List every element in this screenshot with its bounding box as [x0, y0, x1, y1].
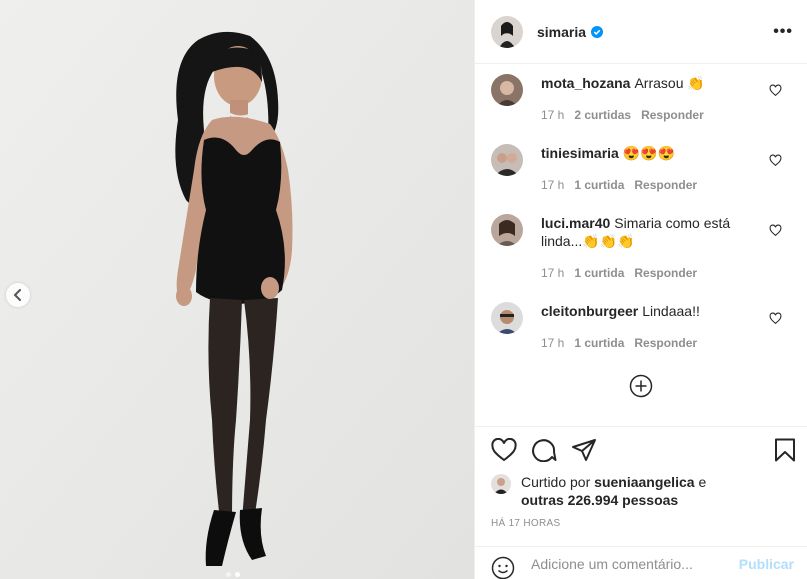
- post-actions: Curtido por sueniaangelica e outras 226.…: [475, 426, 807, 546]
- reply-button[interactable]: Responder: [634, 336, 697, 350]
- liker-username[interactable]: sueniaangelica: [594, 474, 694, 490]
- reply-button[interactable]: Responder: [634, 178, 697, 192]
- liker-avatar[interactable]: [491, 474, 511, 494]
- comment-time[interactable]: 17 h: [541, 178, 564, 192]
- comment-text: mota_hozana Arrasou 👏: [541, 74, 751, 92]
- comment-username[interactable]: luci.mar40: [541, 215, 610, 231]
- comment-item: mota_hozana Arrasou 👏 17 h 2 curtidas Res…: [491, 74, 796, 134]
- post-photo[interactable]: [0, 0, 474, 579]
- heart-icon[interactable]: [769, 84, 782, 97]
- heart-icon[interactable]: [769, 154, 782, 167]
- carousel-indicator: [226, 572, 240, 577]
- load-more-comments-icon[interactable]: [629, 374, 653, 398]
- commenter-avatar[interactable]: [491, 302, 523, 334]
- comment-username[interactable]: cleitonburgeer: [541, 303, 638, 319]
- comment-username[interactable]: tiniesimaria: [541, 145, 619, 161]
- carousel-dot: [226, 572, 231, 577]
- post-header: simaria •••: [475, 0, 807, 64]
- comment-time[interactable]: 17 h: [541, 266, 564, 280]
- likes-count[interactable]: outras 226.994 pessoas: [521, 492, 678, 508]
- post-timestamp[interactable]: HÁ 17 HORAS: [491, 518, 560, 529]
- comment-body: Arrasou 👏: [634, 75, 705, 91]
- more-options-icon[interactable]: •••: [773, 23, 793, 41]
- likes-summary: Curtido por sueniaangelica e outras 226.…: [491, 473, 751, 509]
- likes-text: Curtido por sueniaangelica e outras 226.…: [521, 473, 751, 509]
- heart-icon[interactable]: [491, 438, 517, 462]
- comment-time[interactable]: 17 h: [541, 108, 564, 122]
- comment-time[interactable]: 17 h: [541, 336, 564, 350]
- paper-plane-icon[interactable]: [571, 438, 597, 462]
- comments-list: mota_hozana Arrasou 👏 17 h 2 curtidas Res…: [475, 64, 807, 426]
- comment-icon[interactable]: [531, 438, 557, 462]
- post-media: [0, 0, 474, 579]
- bookmark-icon[interactable]: [774, 438, 796, 462]
- comment-likes[interactable]: 1 curtida: [574, 266, 624, 280]
- comment-username[interactable]: mota_hozana: [541, 75, 630, 91]
- comment-item: luci.mar40 Simaria como está linda...👏👏👏 …: [491, 214, 796, 294]
- comment-meta: 17 h 1 curtida Responder: [541, 266, 697, 280]
- comment-body: 😍😍😍: [622, 145, 676, 161]
- comment-text: luci.mar40 Simaria como está linda...👏👏👏: [541, 214, 751, 250]
- carousel-dot-active: [235, 572, 240, 577]
- comment-text: tiniesimaria 😍😍😍: [541, 144, 751, 162]
- likes-conj: e: [698, 474, 707, 490]
- comment-meta: 17 h 1 curtida Responder: [541, 178, 697, 192]
- comment-likes[interactable]: 1 curtida: [574, 336, 624, 350]
- comment-likes[interactable]: 2 curtidas: [574, 108, 631, 122]
- comment-likes[interactable]: 1 curtida: [574, 178, 624, 192]
- heart-icon[interactable]: [769, 312, 782, 325]
- heart-icon[interactable]: [769, 224, 782, 237]
- author-username[interactable]: simaria: [537, 24, 586, 40]
- action-bar: [491, 438, 796, 464]
- author-avatar[interactable]: [491, 15, 523, 48]
- comment-item: cleitonburgeer Lindaaa!! 17 h 1 curtida R…: [491, 302, 796, 362]
- comment-meta: 17 h 2 curtidas Responder: [541, 108, 704, 122]
- publish-button[interactable]: Publicar: [739, 556, 794, 572]
- commenter-avatar[interactable]: [491, 74, 523, 106]
- commenter-avatar[interactable]: [491, 214, 523, 246]
- comment-item: tiniesimaria 😍😍😍 17 h 1 curtida Responder: [491, 144, 796, 204]
- chevron-left-icon: [13, 289, 21, 301]
- comment-body: Lindaaa!!: [642, 303, 700, 319]
- reply-button[interactable]: Responder: [641, 108, 704, 122]
- carousel-prev-button[interactable]: [6, 283, 30, 307]
- instagram-post: simaria ••• mota_hozana Arrasou 👏 17 h 2 …: [0, 0, 807, 579]
- comment-input[interactable]: [531, 556, 731, 572]
- likes-prefix: Curtido por: [521, 474, 591, 490]
- emoji-icon[interactable]: [491, 556, 515, 579]
- comment-text: cleitonburgeer Lindaaa!!: [541, 302, 751, 320]
- commenter-avatar[interactable]: [491, 144, 523, 176]
- reply-button[interactable]: Responder: [634, 266, 697, 280]
- add-comment-bar: Publicar: [475, 546, 807, 579]
- post-side-panel: simaria ••• mota_hozana Arrasou 👏 17 h 2 …: [474, 0, 807, 579]
- verified-badge-icon: [591, 25, 604, 38]
- comment-meta: 17 h 1 curtida Responder: [541, 336, 697, 350]
